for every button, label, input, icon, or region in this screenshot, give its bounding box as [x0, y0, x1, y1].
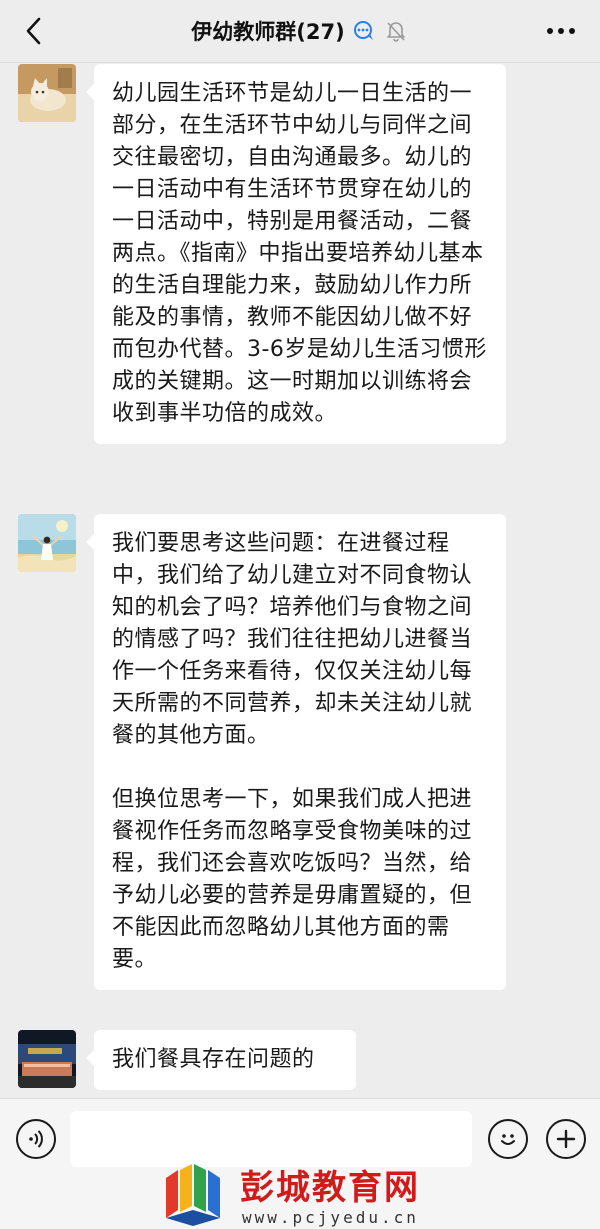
more-button[interactable] — [544, 18, 578, 44]
message-bubble[interactable]: 我们餐具存在问题的 — [86, 1030, 356, 1090]
chat-title: 伊幼教师群(27) — [191, 20, 345, 44]
message-input[interactable] — [70, 1111, 472, 1167]
watermark-text: 彭城教育网 — [240, 1168, 420, 1208]
message-text: 我们餐具存在问题的 — [112, 1047, 315, 1072]
bell-off-icon — [383, 18, 409, 44]
message-item: 我们要思考这些问题：在进餐过程中，我们给了幼儿建立对不同食物认知的机会了吗？培养… — [18, 514, 588, 1008]
message-text: 幼儿园生活环节是幼儿一日生活的一部分，在生活环节中幼儿与同伴之间交往最密切，自由… — [112, 81, 487, 426]
message-item: 幼儿园生活环节是幼儿一日生活的一部分，在生活环节中幼儿与同伴之间交往最密切，自由… — [18, 64, 588, 494]
plus-icon — [556, 1129, 576, 1149]
chat-header: 伊幼教师群(27) — [0, 0, 600, 63]
emoji-button[interactable] — [488, 1119, 528, 1159]
watermark-url: www.pcjyedu.cn — [242, 1208, 419, 1227]
logo-icon — [166, 1164, 220, 1226]
emoji-icon — [501, 1134, 515, 1145]
message-bubble[interactable]: 幼儿园生活环节是幼儿一日生活的一部分，在生活环节中幼儿与同伴之间交往最密切，自由… — [86, 64, 506, 444]
avatar-woman[interactable] — [18, 514, 76, 572]
avatar-cat[interactable] — [18, 64, 76, 122]
plus-button[interactable] — [546, 1119, 586, 1159]
chat-bubble-icon — [351, 18, 377, 44]
message-item: 我们餐具存在问题的 — [18, 1030, 588, 1092]
message-text: 但换位思考一下，如果我们成人把进餐视作任务而忽略享受食物美味的过程，我们还会喜欢… — [112, 787, 473, 972]
title-area: 伊幼教师群(27) — [0, 0, 600, 62]
message-text: 我们要思考这些问题：在进餐过程中，我们给了幼儿建立对不同食物认知的机会了吗？培养… — [112, 531, 473, 748]
message-bubble[interactable]: 我们要思考这些问题：在进餐过程中，我们给了幼儿建立对不同食物认知的机会了吗？培养… — [86, 514, 506, 990]
chat-area[interactable]: 幼儿园生活环节是幼儿一日生活的一部分，在生活环节中幼儿与同伴之间交往最密切，自由… — [0, 62, 600, 1098]
ellipsis-icon — [547, 28, 575, 34]
voice-icon — [29, 1130, 43, 1148]
watermark: 彭城教育网 www.pcjyedu.cn — [160, 1160, 460, 1228]
avatar-building[interactable] — [18, 1030, 76, 1088]
voice-button[interactable] — [16, 1119, 56, 1159]
